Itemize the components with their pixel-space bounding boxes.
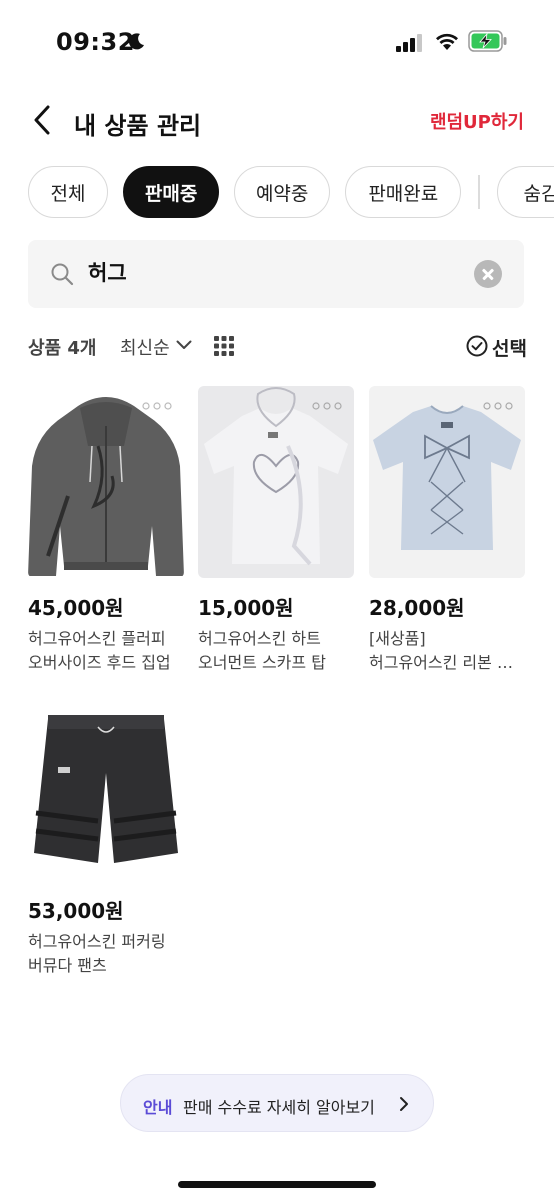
product-card[interactable]: 53,000원 허그유어스킨 퍼커링 버뮤다 팬츠 xyxy=(28,703,184,978)
product-image-white-top xyxy=(198,386,354,578)
product-image-black-pants xyxy=(28,703,184,881)
product-name-line: 버뮤다 팬츠 xyxy=(28,956,107,975)
product-name-line: 허그유어스킨 퍼커링 xyxy=(28,932,166,951)
fee-notice-banner[interactable]: 안내 판매 수수료 자세히 알아보기 xyxy=(120,1074,434,1132)
product-price: 53,000원 xyxy=(28,899,124,923)
page-title: 내 상품 관리 xyxy=(74,112,202,140)
tab-on-sale[interactable]: 판매중 xyxy=(123,166,220,218)
status-filter-tabs: 전체 판매중 예약중 판매완료 숨김 xyxy=(28,166,554,220)
product-price: 15,000원 xyxy=(198,596,294,620)
grid-view-icon[interactable] xyxy=(214,336,234,356)
status-time: 09:32 xyxy=(56,28,135,56)
product-name-line: 허그유어스킨 플러피 xyxy=(28,629,166,648)
more-options-icon[interactable] xyxy=(312,402,342,410)
wifi-icon xyxy=(436,33,458,50)
chevron-down-icon[interactable] xyxy=(176,340,192,350)
product-name: 허그유어스킨 하트 오너먼트 스카프 탑 xyxy=(198,627,354,675)
moon-icon xyxy=(128,33,144,50)
tab-hidden[interactable]: 숨김 xyxy=(496,166,554,218)
product-count: 상품 4개 xyxy=(28,338,97,359)
product-image-gray-hoodie xyxy=(28,386,184,578)
tab-sold-out[interactable]: 판매완료 xyxy=(345,166,462,218)
header: 내 상품 관리 랜덤UP하기 xyxy=(0,96,554,146)
product-name-line: 오버사이즈 후드 집업 xyxy=(28,653,171,672)
select-label: 선택 xyxy=(492,338,527,360)
home-indicator xyxy=(178,1181,376,1188)
search-icon xyxy=(51,263,74,286)
product-name-line: 허그유어스킨 하트 xyxy=(198,629,321,648)
tab-reserved[interactable]: 예약중 xyxy=(234,166,331,218)
notice-text: 판매 수수료 자세히 알아보기 xyxy=(183,1098,375,1117)
product-price: 45,000원 xyxy=(28,596,124,620)
list-toolbar: 상품 4개 최신순 선택 xyxy=(28,332,527,362)
product-card[interactable]: 15,000원 허그유어스킨 하트 오너먼트 스카프 탑 xyxy=(198,386,354,675)
check-circle-icon xyxy=(466,335,488,357)
product-price: 28,000원 xyxy=(369,596,465,620)
back-arrow-icon[interactable] xyxy=(28,102,58,138)
tab-all[interactable]: 전체 xyxy=(28,166,108,218)
battery-charging-icon xyxy=(468,30,507,52)
tab-divider xyxy=(478,175,480,209)
more-options-icon[interactable] xyxy=(483,402,513,410)
product-card[interactable]: 45,000원 허그유어스킨 플러피 오버사이즈 후드 집업 xyxy=(28,386,184,675)
sort-dropdown[interactable]: 최신순 xyxy=(120,334,170,360)
chevron-right-icon xyxy=(400,1097,408,1111)
product-name-line: 허그유어스킨 리본 티셔츠 xyxy=(369,653,525,672)
search-input[interactable] xyxy=(88,260,468,284)
select-button[interactable]: 선택 xyxy=(466,332,527,360)
notice-tag: 안내 xyxy=(143,1098,173,1117)
clear-search-button[interactable] xyxy=(474,260,502,288)
product-name-line: [새상품] xyxy=(369,629,426,648)
more-options-icon[interactable] xyxy=(142,402,172,410)
status-bar: 09:32 xyxy=(0,0,554,84)
product-name: 허그유어스킨 퍼커링 버뮤다 팬츠 xyxy=(28,930,184,978)
product-card[interactable]: 28,000원 [새상품] 허그유어스킨 리본 티셔츠 xyxy=(369,386,525,675)
random-up-button[interactable]: 랜덤UP하기 xyxy=(430,108,524,134)
search-bar xyxy=(28,240,524,308)
product-name: 허그유어스킨 플러피 오버사이즈 후드 집업 xyxy=(28,627,184,675)
product-image-blue-tee xyxy=(369,386,525,578)
cellular-signal-icon xyxy=(396,34,422,52)
product-name: [새상품] 허그유어스킨 리본 티셔츠 xyxy=(369,627,525,675)
product-name-line: 오너먼트 스카프 탑 xyxy=(198,653,326,672)
